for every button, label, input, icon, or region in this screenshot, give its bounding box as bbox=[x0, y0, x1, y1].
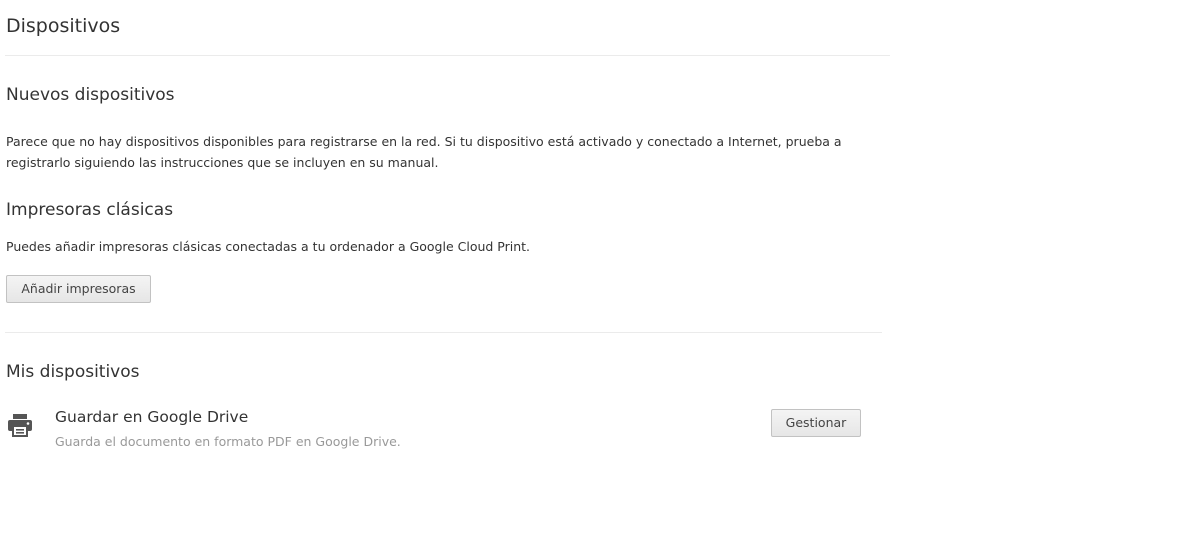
classic-printers-description: Puedes añadir impresoras clásicas conect… bbox=[6, 239, 531, 254]
add-printers-button[interactable]: Añadir impresoras bbox=[6, 275, 151, 303]
section-divider bbox=[5, 332, 882, 333]
new-devices-title: Nuevos dispositivos bbox=[6, 85, 175, 105]
new-devices-description: Parece que no hay dispositivos disponibl… bbox=[6, 131, 842, 173]
my-devices-title: Mis dispositivos bbox=[6, 362, 140, 382]
classic-printers-title: Impresoras clásicas bbox=[6, 200, 174, 220]
devices-page: Dispositivos Nuevos dispositivos Parece … bbox=[0, 0, 1200, 560]
new-devices-description-line-1: Parece que no hay dispositivos disponibl… bbox=[6, 134, 842, 149]
header-divider bbox=[5, 55, 890, 56]
printer-icon bbox=[7, 413, 33, 437]
manage-button[interactable]: Gestionar bbox=[771, 409, 861, 437]
device-name: Guardar en Google Drive bbox=[55, 408, 249, 426]
device-description: Guarda el documento en formato PDF en Go… bbox=[55, 434, 401, 449]
page-title: Dispositivos bbox=[6, 15, 121, 37]
new-devices-description-line-2: registrarlo siguiendo las instrucciones … bbox=[6, 155, 439, 170]
